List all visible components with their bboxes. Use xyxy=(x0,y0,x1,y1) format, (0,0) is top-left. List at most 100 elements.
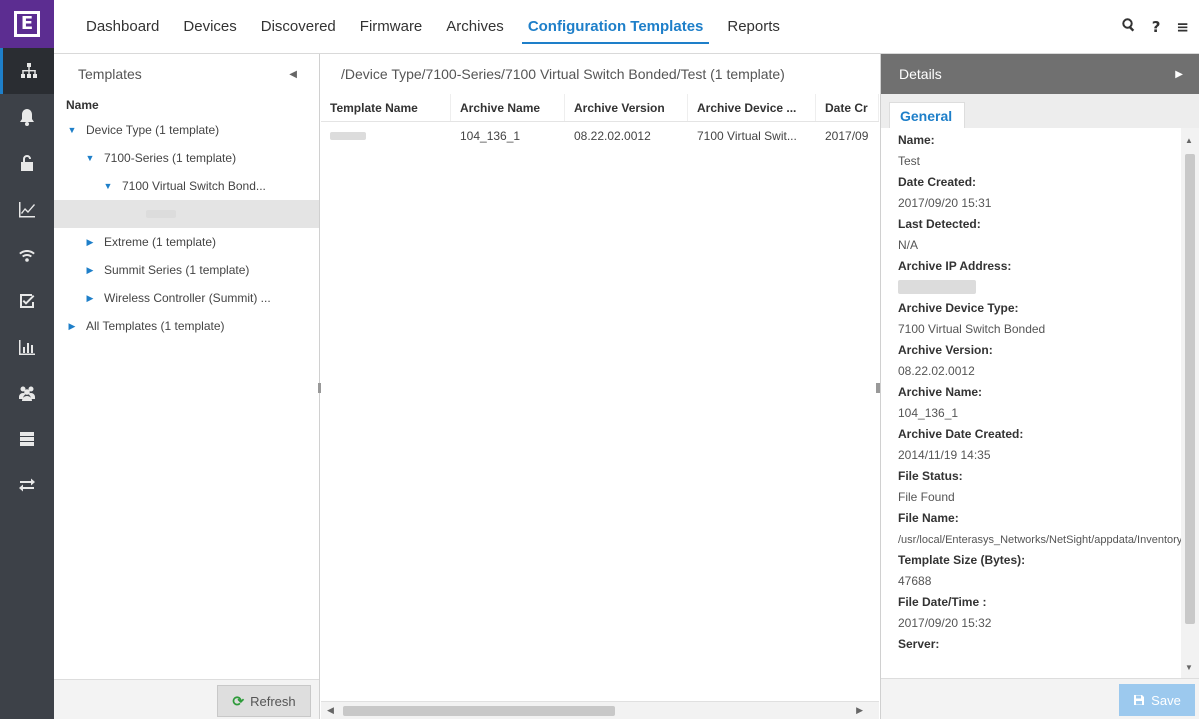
tab-configuration-templates[interactable]: Configuration Templates xyxy=(516,0,716,54)
vertical-scrollbar[interactable]: ▲ ▼ xyxy=(1181,128,1199,678)
refresh-button[interactable]: ⟳ Refresh xyxy=(217,685,311,717)
tab-dashboard[interactable]: Dashboard xyxy=(74,0,171,54)
server-icon[interactable] xyxy=(0,416,54,462)
templates-panel-header: Templates ◀ xyxy=(54,54,319,94)
column-header[interactable]: Archive Device ... xyxy=(688,94,816,121)
tree-node[interactable]: ▼ Device Type (1 template) xyxy=(54,116,319,144)
table-cell: 104_136_1 xyxy=(460,129,521,143)
column-header[interactable]: Template Name xyxy=(321,94,451,121)
extreme-logo[interactable]: E xyxy=(0,0,54,48)
bar-chart-icon[interactable] xyxy=(0,324,54,370)
caret-right-icon[interactable]: ▶ xyxy=(84,284,96,312)
tree-node[interactable] xyxy=(54,200,319,228)
menu-icon[interactable]: ≡ xyxy=(1176,18,1189,36)
scroll-down-icon[interactable]: ▼ xyxy=(1185,663,1193,672)
search-icon[interactable] xyxy=(1122,18,1136,36)
redacted-template-name xyxy=(146,210,176,218)
detail-value: /usr/local/Enterasys_Networks/NetSight/a… xyxy=(898,534,1181,546)
details-header: Details ▶ xyxy=(881,54,1199,94)
tree-node[interactable]: ▶ Summit Series (1 template) xyxy=(54,256,319,284)
scroll-right-icon[interactable]: ▶ xyxy=(856,705,863,716)
detail-value: File Found xyxy=(898,490,955,504)
tree-node[interactable]: ▶ Wireless Controller (Summit) ... xyxy=(54,284,319,312)
detail-label: File Name: xyxy=(898,511,959,525)
details-footer: Save xyxy=(881,678,1199,719)
nav-tabs: Dashboard Devices Discovered Firmware Archiv… xyxy=(74,0,792,54)
tree-node-label: Wireless Controller (Summit) ... xyxy=(104,291,271,305)
tree-node[interactable]: ▶ All Templates (1 template) xyxy=(54,312,319,340)
caret-right-icon[interactable]: ▶ xyxy=(66,312,78,340)
templates-panel: Templates ◀ Name ▼ Device Type (1 templat… xyxy=(54,54,320,719)
tree-node[interactable]: ▼ 7100 Virtual Switch Bond... xyxy=(54,172,319,200)
detail-label: File Date/Time : xyxy=(898,595,987,609)
caret-right-icon[interactable]: ▶ xyxy=(84,228,96,256)
logo-icon: E xyxy=(14,11,40,37)
tree-node[interactable]: ▶ Extreme (1 template) xyxy=(54,228,319,256)
horizontal-scrollbar[interactable]: ◀ ▶ xyxy=(321,701,879,719)
tree-node[interactable]: ▼ 7100-Series (1 template) xyxy=(54,144,319,172)
tab-devices[interactable]: Devices xyxy=(171,0,248,54)
detail-label: Archive Version: xyxy=(898,343,993,357)
scroll-thumb[interactable] xyxy=(1185,154,1195,624)
scroll-left-icon[interactable]: ◀ xyxy=(327,705,334,716)
users-icon[interactable] xyxy=(0,370,54,416)
details-panel: Details ▶ General Name: Test Date Created:… xyxy=(880,54,1199,719)
detail-value xyxy=(898,277,1181,298)
help-icon[interactable]: ? xyxy=(1152,18,1161,36)
tree-node-label: 7100 Virtual Switch Bond... xyxy=(122,179,266,193)
network-icon[interactable] xyxy=(0,48,54,94)
grid-header: Template Name Archive Name Archive Version… xyxy=(321,94,879,122)
wifi-icon[interactable] xyxy=(0,232,54,278)
tab-firmware[interactable]: Firmware xyxy=(348,0,435,54)
refresh-label: Refresh xyxy=(250,693,296,709)
caret-down-icon[interactable]: ▼ xyxy=(102,172,114,200)
save-label: Save xyxy=(1151,692,1181,708)
save-button[interactable]: Save xyxy=(1119,684,1195,716)
tree-node-label: All Templates (1 template) xyxy=(86,319,225,333)
column-header[interactable]: Archive Name xyxy=(451,94,565,121)
grid-body: 104_136_1 08.22.02.0012 7100 Virtual Swit.… xyxy=(321,122,879,150)
templates-panel-footer: ⟳ Refresh xyxy=(54,679,319,719)
tab-reports[interactable]: Reports xyxy=(715,0,792,54)
scroll-up-icon[interactable]: ▲ xyxy=(1185,136,1193,145)
collapse-right-icon[interactable]: ▶ xyxy=(1175,69,1183,80)
caret-down-icon[interactable]: ▼ xyxy=(84,144,96,172)
details-tabs: General xyxy=(881,94,1199,128)
detail-value: N/A xyxy=(898,238,919,252)
tab-discovered[interactable]: Discovered xyxy=(249,0,348,54)
table-row[interactable]: 104_136_1 08.22.02.0012 7100 Virtual Swit.… xyxy=(321,122,879,150)
transfer-icon[interactable] xyxy=(0,462,54,508)
column-header[interactable]: Date Cr xyxy=(816,94,879,121)
detail-value: 2014/11/19 14:35 xyxy=(898,448,991,462)
caret-right-icon[interactable]: ▶ xyxy=(84,256,96,284)
top-icons: ? ≡ xyxy=(1122,0,1189,54)
analytics-icon[interactable] xyxy=(0,186,54,232)
collapse-left-icon[interactable]: ◀ xyxy=(289,69,297,80)
tree-node-label: 7100-Series (1 template) xyxy=(104,151,237,165)
templates-panel-title: Templates xyxy=(78,66,142,82)
detail-value: 2017/09/20 15:31 xyxy=(898,196,992,210)
tree-node-label: Device Type (1 template) xyxy=(86,123,220,137)
detail-value: Test xyxy=(898,154,921,168)
tab-archives[interactable]: Archives xyxy=(434,0,516,54)
top-nav: Dashboard Devices Discovered Firmware Archiv… xyxy=(54,0,1199,54)
lock-icon[interactable] xyxy=(0,140,54,186)
column-header[interactable]: Archive Version xyxy=(565,94,688,121)
table-cell xyxy=(321,122,451,150)
tree-column-header[interactable]: Name xyxy=(54,94,319,116)
checklist-icon[interactable] xyxy=(0,278,54,324)
detail-label: Template Size (Bytes): xyxy=(898,553,1026,567)
table-cell: 08.22.02.0012 xyxy=(574,129,651,143)
tree-node-label: Extreme (1 template) xyxy=(104,235,217,249)
template-path: /Device Type/7100-Series/7100 Virtual Sw… xyxy=(341,66,785,82)
bell-icon[interactable] xyxy=(0,94,54,140)
scroll-thumb[interactable] xyxy=(343,706,615,716)
detail-label: File Status: xyxy=(898,469,963,483)
detail-label: Archive Date Created: xyxy=(898,427,1024,441)
detail-value: 104_136_1 xyxy=(898,406,959,420)
caret-down-icon[interactable]: ▼ xyxy=(66,116,78,144)
detail-value: 7100 Virtual Switch Bonded xyxy=(898,322,1046,336)
tab-general[interactable]: General xyxy=(889,102,965,128)
detail-value: 47688 xyxy=(898,574,932,588)
detail-label: Date Created: xyxy=(898,175,977,189)
